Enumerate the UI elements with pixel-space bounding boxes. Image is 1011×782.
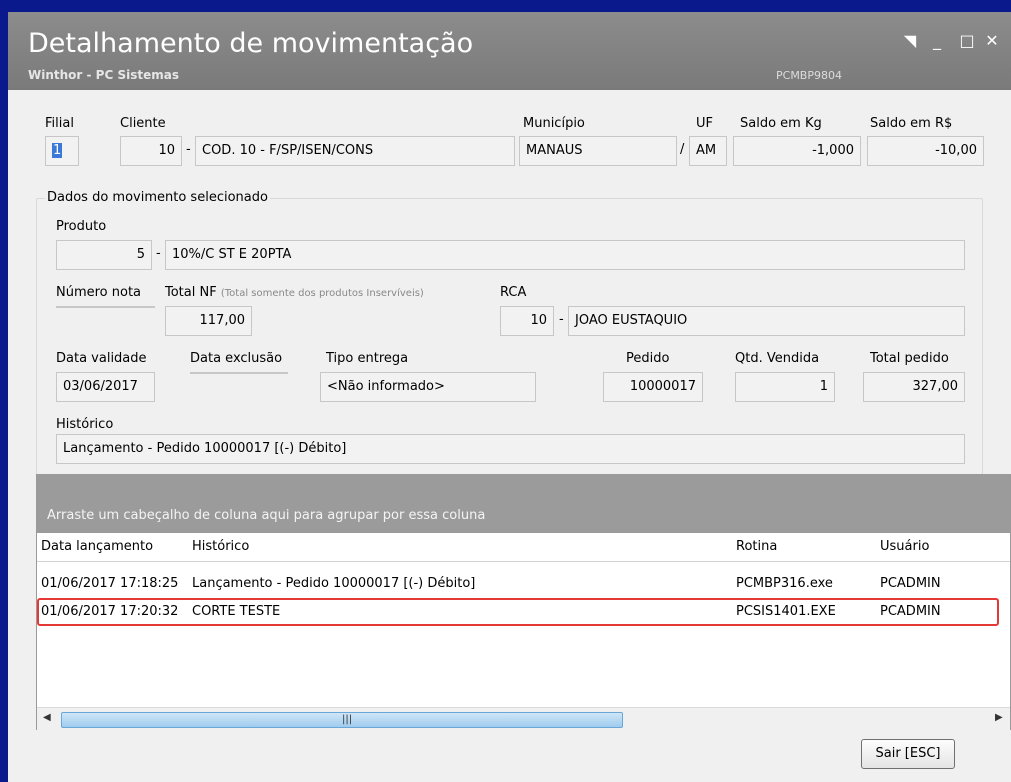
grip-icon: ||| bbox=[342, 714, 353, 725]
data-validade-label: Data validade bbox=[56, 351, 147, 366]
uf-separator: / bbox=[680, 142, 685, 157]
tipo-entrega-label: Tipo entrega bbox=[326, 351, 409, 366]
movements-grid: Arraste um cabeçalho de coluna aqui para… bbox=[36, 474, 1011, 730]
qtd-vendida-label: Qtd. Vendida bbox=[735, 351, 820, 366]
rca-name-field: JOAO EUSTAQUIO bbox=[568, 306, 965, 336]
produto-label: Produto bbox=[56, 219, 107, 234]
produto-separator: - bbox=[156, 246, 161, 261]
scroll-left-icon[interactable]: ◀ bbox=[43, 712, 51, 723]
saldo-kg-label: Saldo em Kg bbox=[740, 116, 822, 131]
produto-name-field: 10%/C ST E 20PTA bbox=[165, 240, 965, 270]
window-title: Detalhamento de movimentação bbox=[28, 28, 474, 59]
row-usuario: PCADMIN bbox=[880, 576, 941, 591]
background-window-side bbox=[0, 12, 8, 782]
saldo-rs-field: -10,00 bbox=[867, 136, 984, 166]
uf-label: UF bbox=[696, 116, 713, 131]
total-nf-label: Total NF (Total somente dos produtos Ins… bbox=[165, 285, 424, 300]
row-rotina: PCMBP316.exe bbox=[736, 576, 833, 591]
total-nf-label-text: Total NF bbox=[165, 285, 217, 300]
filial-field[interactable]: 1 bbox=[45, 136, 79, 166]
numero-nota-field bbox=[56, 306, 155, 308]
screen: Detalhamento de movimentação Winthor - P… bbox=[0, 0, 1011, 782]
total-pedido-label: Total pedido bbox=[870, 351, 949, 366]
numero-nota-label: Número nota bbox=[56, 285, 142, 300]
row-data: 01/06/2017 17:18:25 bbox=[41, 576, 179, 591]
cliente-code-field[interactable]: 10 bbox=[120, 136, 182, 166]
saldo-rs-label: Saldo em R$ bbox=[870, 116, 953, 131]
cliente-separator: - bbox=[186, 142, 191, 157]
routine-code: PCMBP9804 bbox=[776, 69, 842, 82]
title-bar[interactable]: Detalhamento de movimentação Winthor - P… bbox=[8, 12, 1011, 90]
historico-label: Histórico bbox=[56, 417, 114, 432]
data-validade-field: 03/06/2017 bbox=[56, 372, 155, 402]
total-pedido-field: 327,00 bbox=[863, 372, 965, 402]
dialog-window: Detalhamento de movimentação Winthor - P… bbox=[8, 12, 1011, 782]
pedido-label: Pedido bbox=[626, 351, 670, 366]
movement-group-title: Dados do movimento selecionado bbox=[45, 190, 270, 205]
rca-code-field: 10 bbox=[500, 306, 554, 336]
column-header-rotina[interactable]: Rotina bbox=[736, 539, 777, 554]
close-icon[interactable]: ✕ bbox=[983, 33, 1001, 49]
qtd-vendida-field: 1 bbox=[735, 372, 835, 402]
maximize-icon[interactable]: □ bbox=[958, 33, 976, 49]
historico-field: Lançamento - Pedido 10000017 [(-) Débito… bbox=[56, 434, 965, 464]
background-window-edge bbox=[0, 0, 1011, 12]
restore-icon[interactable]: ◥ bbox=[901, 33, 919, 49]
column-header-usuario[interactable]: Usuário bbox=[880, 539, 929, 554]
table-row[interactable]: 01/06/2017 17:18:25 Lançamento - Pedido … bbox=[37, 570, 1010, 598]
column-header-historico[interactable]: Histórico bbox=[192, 539, 249, 554]
data-exclusao-field bbox=[190, 372, 288, 374]
filial-value: 1 bbox=[52, 143, 63, 158]
minimize-icon[interactable]: _ bbox=[928, 33, 946, 49]
column-header-data[interactable]: Data lançamento bbox=[41, 539, 153, 554]
tipo-entrega-field: <Não informado> bbox=[320, 372, 536, 402]
rca-separator: - bbox=[559, 312, 564, 327]
rca-label: RCA bbox=[500, 285, 527, 300]
scrollbar-thumb[interactable]: ||| bbox=[61, 712, 623, 728]
scroll-right-icon[interactable]: ▶ bbox=[995, 712, 1003, 723]
produto-code-field: 5 bbox=[56, 240, 152, 270]
cliente-name-field: COD. 10 - F/SP/ISEN/CONS bbox=[195, 136, 515, 166]
horizontal-scrollbar[interactable]: ◀ ||| ▶ bbox=[37, 707, 1010, 730]
municipio-field: MANAUS bbox=[519, 136, 677, 166]
total-nf-field: 117,00 bbox=[165, 306, 252, 336]
row-historico: Lançamento - Pedido 10000017 [(-) Débito… bbox=[192, 576, 476, 591]
data-exclusao-label: Data exclusão bbox=[190, 351, 283, 366]
total-nf-hint: (Total somente dos produtos Inservíveis) bbox=[220, 288, 424, 299]
uf-field: AM bbox=[689, 136, 727, 166]
highlight-frame bbox=[37, 598, 999, 626]
cliente-label: Cliente bbox=[120, 116, 166, 131]
filial-label: Filial bbox=[45, 116, 74, 131]
group-by-hint: Arraste um cabeçalho de coluna aqui para… bbox=[47, 508, 486, 523]
municipio-label: Município bbox=[523, 116, 585, 131]
group-by-panel[interactable]: Arraste um cabeçalho de coluna aqui para… bbox=[37, 475, 1010, 533]
window-subtitle: Winthor - PC Sistemas bbox=[28, 68, 179, 82]
pedido-field: 10000017 bbox=[603, 372, 703, 402]
saldo-kg-field: -1,000 bbox=[733, 136, 861, 166]
exit-button[interactable]: Sair [ESC] bbox=[861, 739, 955, 769]
grid-header: Data lançamento Histórico Rotina Usuário bbox=[37, 533, 1010, 562]
